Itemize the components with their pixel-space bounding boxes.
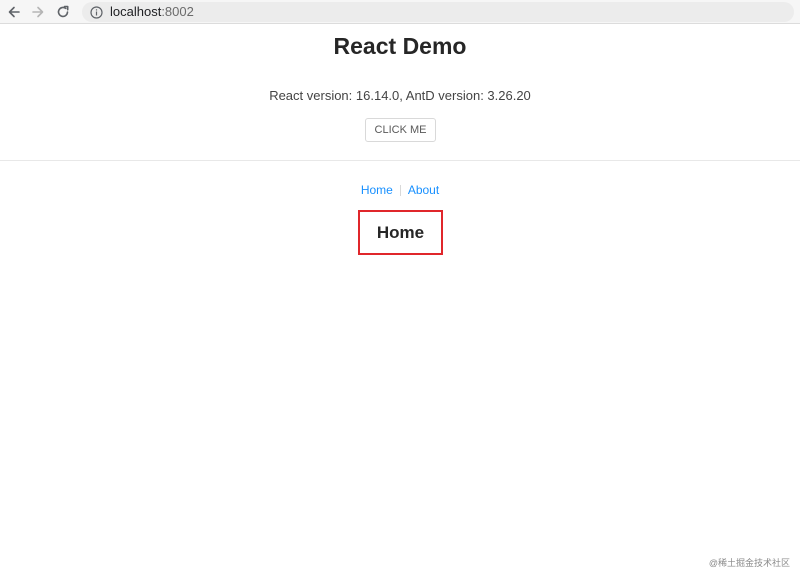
url-port: :8002: [161, 4, 194, 19]
page-title: React Demo: [333, 33, 467, 59]
address-bar[interactable]: localhost:8002: [82, 2, 794, 22]
back-arrow-icon[interactable]: [4, 2, 24, 22]
route-heading: Home: [376, 222, 425, 242]
nav-link-home[interactable]: Home: [361, 182, 393, 198]
browser-toolbar: localhost:8002: [0, 0, 800, 24]
url-host: localhost: [110, 4, 162, 19]
page-content: React Demo React version: 16.14.0, AntD …: [0, 25, 800, 575]
watermark: @稀土掘金技术社区: [708, 558, 790, 568]
route-outlet-highlight: Home: [358, 210, 443, 255]
nav-separator: [399, 184, 401, 196]
divider: [0, 160, 800, 161]
nav-link-about[interactable]: About: [408, 182, 439, 198]
forward-arrow-icon[interactable]: [28, 2, 48, 22]
version-info: React version: 16.14.0, AntD version: 3.…: [269, 88, 531, 103]
url-text[interactable]: localhost:8002: [110, 2, 194, 22]
info-icon[interactable]: [90, 5, 103, 19]
route-nav: Home About: [0, 182, 800, 198]
click-me-button[interactable]: CLICK ME: [365, 118, 436, 142]
reload-icon[interactable]: [53, 2, 73, 22]
